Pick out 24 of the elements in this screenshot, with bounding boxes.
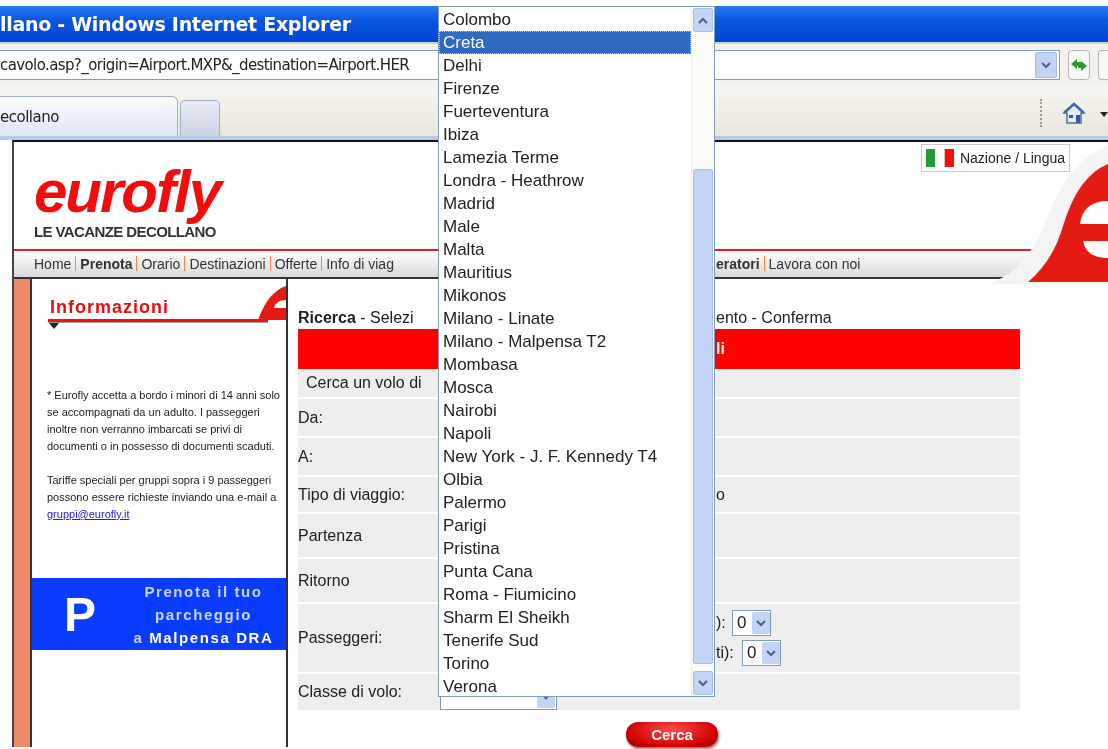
field-label: Da: — [298, 408, 324, 427]
field-label: Classe di volo: — [298, 683, 404, 701]
banner-text: parcheggio — [155, 604, 252, 625]
banner-text: a Malpensa DRA — [133, 627, 274, 648]
parking-letter: P — [64, 586, 97, 642]
breadcrumb: ento - Conferma — [716, 309, 832, 327]
logo-wordmark: eurofly — [34, 160, 229, 224]
field-label: Ritorno — [298, 571, 351, 590]
header-text: li — [716, 340, 725, 358]
field-label: A: — [298, 447, 315, 466]
field-label: ti): — [716, 644, 735, 662]
field-text: o — [716, 485, 725, 504]
field-label: Passeggeri: — [298, 629, 384, 647]
field-label: Cerca un volo di — [305, 374, 423, 392]
breadcrumb: Ricerca - Selezi — [298, 309, 414, 326]
field-label: Tipo di viaggio: — [298, 485, 407, 504]
field-label: Partenza — [298, 526, 364, 545]
sidebar-title: Informazioni — [50, 296, 169, 318]
window-title: llano - Windows Internet Explorer — [0, 13, 351, 35]
field-label: ): — [716, 614, 727, 632]
groups-text: Tariffe speciali per gruppi sopra i 9 passeggeri possono essere richieste inviando una e-mail a — [47, 473, 278, 505]
tagline: LE VACANZE DECOLLANO — [34, 224, 216, 240]
banner-text: Prenota il tuo — [144, 581, 263, 602]
notice-text: * Eurofly accetta a bordo i minori di 14 anni solo se accompagnati da un adulto. I passeggeri inoltre non verranno imbarcati se privi di documenti o in possesso di documenti scaduti. — [47, 388, 281, 454]
